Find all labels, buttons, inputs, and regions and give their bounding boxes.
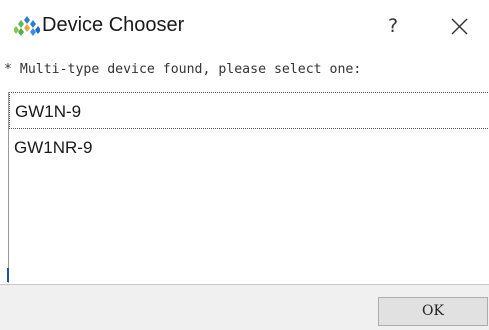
- device-list[interactable]: GW1N-9 GW1NR-9: [8, 92, 489, 283]
- window-title: Device Chooser: [42, 14, 185, 36]
- gowin-logo-icon: [14, 16, 40, 36]
- title-bar[interactable]: Device Chooser ?: [0, 0, 489, 50]
- help-button[interactable]: ?: [378, 12, 408, 40]
- device-chooser-dialog: Device Chooser ? * Multi-type device fou…: [0, 0, 489, 330]
- button-bar: OK: [0, 284, 489, 330]
- ok-button[interactable]: OK: [378, 297, 488, 326]
- device-list-item[interactable]: GW1NR-9: [9, 129, 489, 166]
- close-icon[interactable]: [443, 12, 473, 40]
- device-list-item[interactable]: GW1N-9: [9, 92, 489, 129]
- list-edge-marker: [7, 268, 9, 282]
- prompt-text: * Multi-type device found, please select…: [4, 62, 362, 77]
